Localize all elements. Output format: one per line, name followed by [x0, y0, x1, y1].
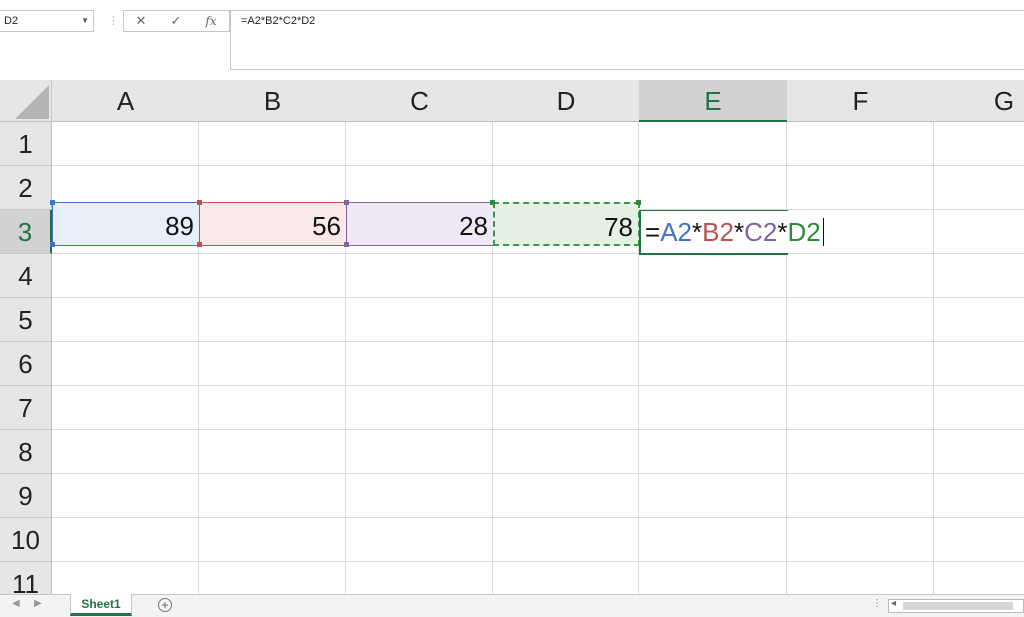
row-header-8[interactable]: 8 [0, 430, 52, 474]
column-header-a[interactable]: A [52, 80, 200, 122]
grid-row-line [52, 385, 1024, 386]
formula-ref-c2: C2 [744, 217, 778, 247]
formula-operator: * [692, 217, 703, 247]
column-header-b[interactable]: B [199, 80, 347, 122]
cell-d2[interactable]: 78 [493, 202, 640, 246]
row-header-6[interactable]: 6 [0, 342, 52, 386]
grid-row-line [52, 253, 1024, 254]
window-top-strip [0, 0, 1024, 10]
formula-input[interactable]: =A2*B2*C2*D2 [230, 10, 1024, 70]
cell-edit-formula[interactable]: =A2*B2*C2*D2 [645, 216, 824, 248]
name-box-value: D2 [4, 15, 19, 27]
formula-operator: * [733, 217, 745, 247]
row-header-9[interactable]: 9 [0, 474, 52, 518]
ref-handle-c2[interactable] [344, 200, 349, 205]
grid-row-line [52, 297, 1024, 298]
ref-handle-c2[interactable] [344, 242, 349, 247]
grid-row-line [52, 341, 1024, 342]
close-icon[interactable]: ✕ [126, 11, 156, 31]
cell-c2[interactable]: 28 [346, 202, 494, 246]
ref-handle-d2[interactable] [490, 200, 495, 205]
grid-row-line [52, 561, 1024, 562]
formula-bar-grip-icon[interactable]: ⋮ [108, 14, 119, 28]
row-header-4[interactable]: 4 [0, 254, 52, 298]
chevron-down-icon[interactable]: ▼ [81, 11, 89, 31]
sheet-tab-bar: ◀ ▶ Sheet1 + ⋮ ◂ [0, 594, 1024, 617]
grid-row-line [52, 473, 1024, 474]
column-header-f[interactable]: F [787, 80, 935, 122]
select-all-button[interactable] [0, 80, 52, 122]
formula-operator: * [777, 217, 788, 247]
grid-column-line [345, 122, 346, 594]
scroll-split-icon[interactable]: ⋮ [872, 598, 882, 609]
row-header-1[interactable]: 1 [0, 122, 52, 166]
horizontal-scrollbar[interactable]: ◂ [888, 598, 1024, 613]
column-header-d[interactable]: D [493, 80, 640, 122]
formula-bar-buttons: ✕ ✓ fx [123, 10, 230, 32]
ref-handle-a2[interactable] [50, 200, 55, 205]
cell-a2[interactable]: 89 [52, 202, 200, 246]
check-icon[interactable]: ✓ [161, 11, 191, 31]
name-box[interactable]: D2 ▼ [0, 10, 94, 32]
column-header-g[interactable]: G [934, 80, 1024, 122]
cell-b2[interactable]: 56 [199, 202, 347, 246]
text-caret [822, 218, 824, 246]
grid-column-line [786, 122, 787, 594]
chevron-right-icon[interactable]: ▶ [34, 598, 42, 609]
row-header-10[interactable]: 10 [0, 518, 52, 562]
scrollbar-thumb[interactable] [903, 602, 1013, 610]
row-header-11[interactable]: 11 [0, 562, 52, 594]
formula-ref-d2: D2 [787, 217, 821, 247]
formula-bar: D2 ▼ ⋮ ✕ ✓ fx =A2*B2*C2*D2 [0, 0, 1024, 80]
ref-handle-b2[interactable] [197, 242, 202, 247]
chevron-left-icon[interactable]: ◀ [12, 598, 20, 609]
grid-column-line [492, 122, 493, 594]
ref-handle-b2[interactable] [197, 200, 202, 205]
column-header-c[interactable]: C [346, 80, 494, 122]
chevron-left-icon[interactable]: ◂ [891, 598, 896, 609]
grid-column-line [638, 122, 639, 594]
spreadsheet-grid[interactable]: ABCDEFG 1 2 3 4 5 6 7 8 9 10 11 89 56 28 78 [0, 80, 1024, 594]
plus-circle-icon[interactable]: + [158, 598, 172, 612]
column-header-e[interactable]: E [639, 80, 788, 122]
ref-handle-a2[interactable] [50, 242, 55, 247]
row-header-5[interactable]: 5 [0, 298, 52, 342]
fx-icon[interactable]: fx [196, 11, 226, 31]
grid-row-line [52, 165, 1024, 166]
formula-operator: = [645, 217, 661, 247]
grid-row-line [52, 429, 1024, 430]
select-all-triangle-icon [15, 85, 49, 119]
ref-handle-d2[interactable] [636, 200, 641, 205]
row-header-2[interactable]: 2 [0, 166, 52, 210]
formula-ref-a2: A2 [660, 217, 692, 247]
row-header-3[interactable]: 3 [0, 210, 52, 254]
formula-ref-b2: B2 [702, 217, 734, 247]
grid-row-line [52, 517, 1024, 518]
sheet-tab-sheet1[interactable]: Sheet1 [70, 594, 132, 616]
row-header-7[interactable]: 7 [0, 386, 52, 430]
grid-column-line [198, 122, 199, 594]
grid-column-line [933, 122, 934, 594]
